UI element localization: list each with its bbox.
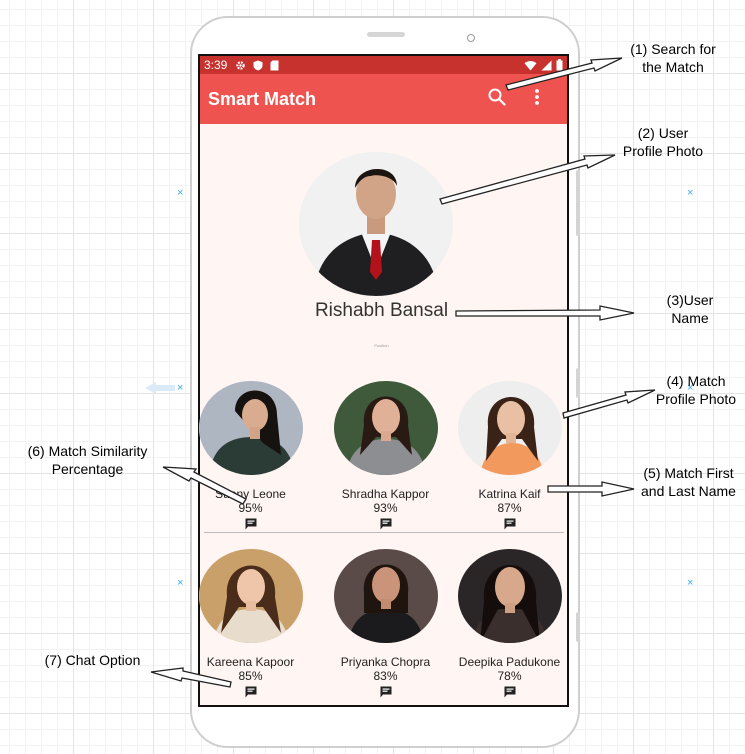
match-card[interactable]: Shradha Kappor 93%	[328, 381, 443, 530]
match-profile-photo[interactable]	[457, 381, 562, 475]
status-bar: 3:39	[200, 56, 567, 74]
app-title: Smart Match	[208, 88, 317, 109]
row-divider	[204, 532, 564, 533]
wifi-icon	[524, 60, 537, 70]
user-name: Rishabh Bansal	[314, 300, 449, 321]
match-name: Katrina Kaif	[478, 487, 541, 501]
match-card[interactable]: Katrina Kaif 87%	[452, 381, 567, 530]
more-options-icon[interactable]	[534, 88, 540, 106]
sd-card-icon	[270, 60, 279, 70]
match-profile-photo[interactable]	[198, 381, 303, 475]
grid-marker: ×	[177, 577, 184, 589]
match-similarity-percentage: 95%	[238, 501, 263, 515]
woman-portrait	[333, 381, 438, 475]
annotation-user-name: (3)User Name	[650, 291, 730, 327]
match-similarity-percentage: 93%	[373, 501, 398, 515]
match-profile-photo[interactable]	[333, 549, 438, 643]
settings-gear-icon	[236, 60, 246, 70]
chat-icon[interactable]	[380, 518, 392, 530]
profile-caption: Position	[374, 343, 389, 348]
phone-side-button	[576, 612, 580, 642]
shield-icon	[253, 60, 263, 70]
chat-icon[interactable]	[245, 686, 257, 698]
chat-icon[interactable]	[504, 518, 516, 530]
annotation-line: (7) Chat Option	[44, 652, 141, 668]
phone-power-button	[576, 368, 580, 398]
match-similarity-percentage: 87%	[497, 501, 522, 515]
grid-marker: ×	[687, 577, 694, 589]
match-name: Shradha Kappor	[341, 487, 430, 501]
woman-portrait	[333, 549, 438, 643]
chat-icon[interactable]	[504, 686, 516, 698]
grid-marker: ×	[177, 187, 184, 199]
annotation-line: Profile Photo	[622, 143, 704, 159]
grid-marker: ×	[687, 187, 694, 199]
chat-icon[interactable]	[380, 686, 392, 698]
match-similarity-percentage: 83%	[373, 669, 398, 683]
annotation-line: (1) Search for	[630, 41, 716, 57]
annotation-line: Profile Photo	[655, 391, 737, 407]
annotation-line: and Last Name	[641, 483, 736, 499]
woman-portrait	[198, 381, 303, 475]
annotation-chat: (7) Chat Option	[30, 651, 155, 669]
annotation-line: (6) Match Similarity	[27, 443, 148, 459]
phone-speaker	[367, 32, 405, 37]
annotation-match-photo: (4) Match Profile Photo	[647, 372, 745, 408]
match-name: Sunny Leone	[215, 487, 286, 501]
annotation-line: (2) User	[637, 125, 689, 141]
annotation-line: Percentage	[51, 461, 124, 477]
match-profile-photo[interactable]	[333, 381, 438, 475]
annotation-search: (1) Search for the Match	[618, 40, 728, 76]
match-profile-photo[interactable]	[457, 549, 562, 643]
annotation-line: (5) Match First	[643, 465, 734, 481]
status-time: 3:39	[204, 58, 228, 72]
annotation-line: (4) Match	[666, 373, 726, 389]
match-similarity-percentage: 78%	[497, 669, 522, 683]
battery-icon	[556, 59, 563, 71]
search-icon[interactable]	[487, 87, 507, 107]
signal-icon	[541, 60, 552, 70]
app-bar: Smart Match	[200, 74, 567, 124]
match-card[interactable]: Sunny Leone 95%	[193, 381, 308, 530]
match-similarity-percentage: 85%	[238, 669, 263, 683]
grid-marker: ×	[177, 382, 184, 394]
annotation-line: (3)User	[666, 292, 714, 308]
match-profile-photo[interactable]	[198, 549, 303, 643]
match-card[interactable]: Priyanka Chopra 83%	[328, 549, 443, 698]
match-name: Kareena Kapoor	[206, 655, 295, 669]
phone-camera	[467, 34, 475, 42]
chat-icon[interactable]	[245, 518, 257, 530]
woman-portrait	[198, 549, 303, 643]
phone-volume-button	[576, 170, 580, 236]
annotation-match-name: (5) Match First and Last Name	[632, 464, 745, 500]
match-name: Priyanka Chopra	[340, 655, 431, 669]
man-in-suit-portrait	[299, 152, 453, 296]
woman-portrait	[457, 381, 562, 475]
match-card[interactable]: Deepika Padukone 78%	[452, 549, 567, 698]
annotation-similarity: (6) Match Similarity Percentage	[15, 442, 160, 478]
match-card[interactable]: Kareena Kapoor 85%	[193, 549, 308, 698]
annotation-line: the Match	[642, 59, 704, 75]
user-profile-photo[interactable]	[299, 152, 453, 296]
match-name: Deepika Padukone	[458, 655, 561, 669]
annotation-line: Name	[671, 310, 709, 326]
annotation-profile-photo: (2) User Profile Photo	[608, 124, 718, 160]
woman-portrait	[457, 549, 562, 643]
